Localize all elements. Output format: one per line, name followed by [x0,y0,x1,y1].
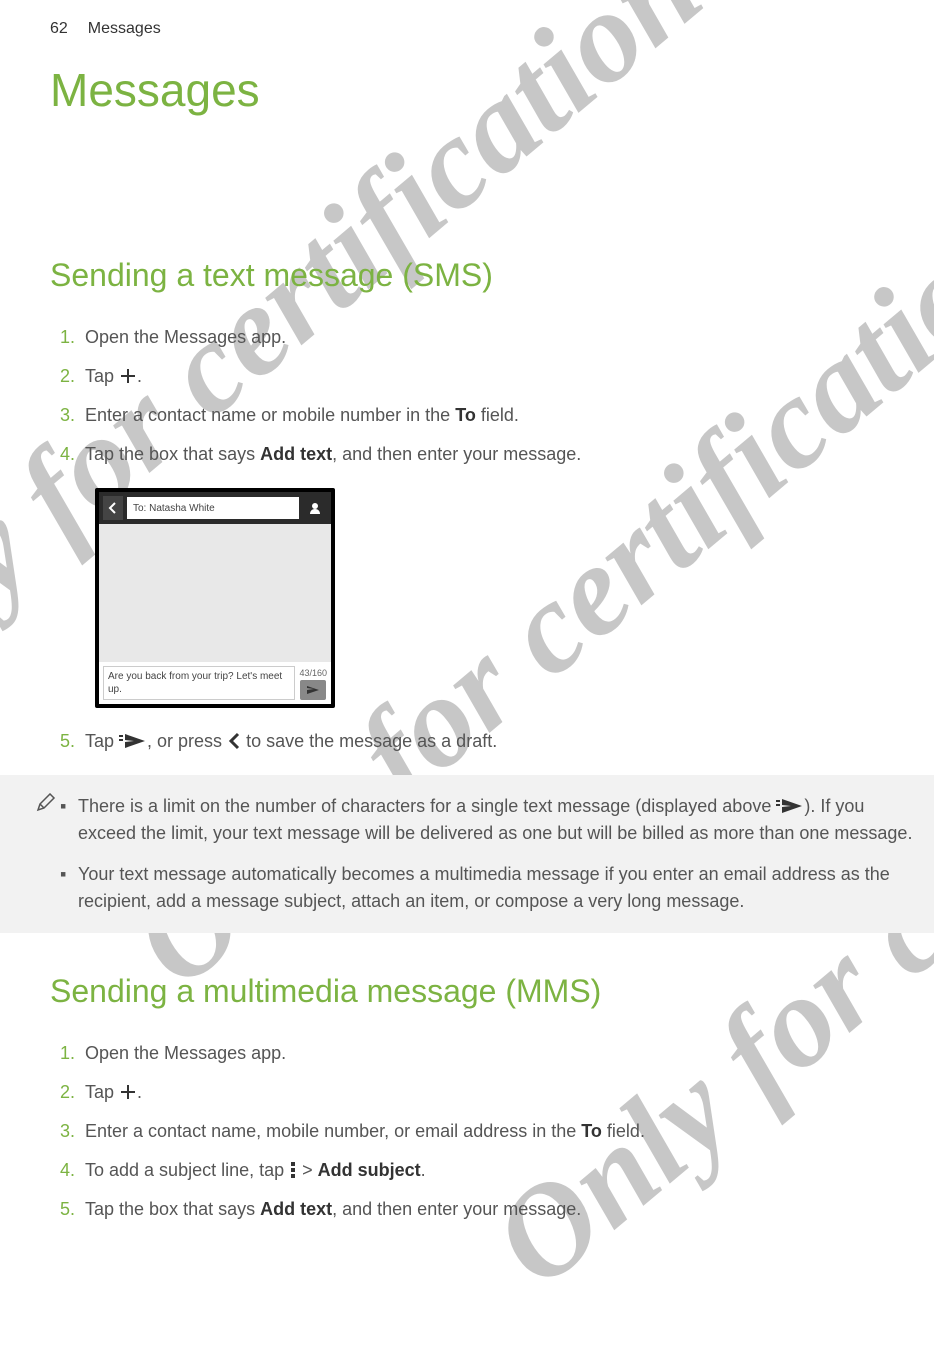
list-item: 5. Tap the box that says Add text, and t… [50,1196,884,1223]
text-fragment: Tap the box that says [85,1199,260,1219]
note-text: Your text message automatically becomes … [78,861,914,915]
step-number: 4. [50,441,85,468]
text-bold: To [581,1121,602,1141]
note-item: ▪ Your text message automatically become… [60,861,914,915]
screenshot-bottom-bar: Are you back from your trip? Let's meet … [99,662,331,704]
text-fragment: , or press [147,731,227,751]
sms-section-heading: Sending a text message (SMS) [50,257,884,294]
text-fragment: field. [476,405,519,425]
list-item: 5. Tap , or press to save the message as… [50,728,884,755]
text-bold: Add subject [318,1160,421,1180]
list-item: 1. Open the Messages app. [50,1040,884,1067]
text-fragment: There is a limit on the number of charac… [78,796,776,816]
bullet-icon: ▪ [60,861,78,915]
page-header: 62 Messages [50,20,884,38]
step-number: 2. [50,1079,85,1106]
note-text: There is a limit on the number of charac… [78,793,914,847]
char-count: 43/160 [299,668,327,678]
screenshot-right-col: 43/160 [299,668,327,700]
send-button-icon [300,680,326,700]
text-fragment: Tap [85,731,119,751]
text-fragment: field. [602,1121,645,1141]
text-fragment: , and then enter your message. [332,444,581,464]
text-bold: Add text [260,1199,332,1219]
text-fragment: Enter a contact name or mobile number in… [85,405,455,425]
step-text: Tap , or press to save the message as a … [85,728,884,755]
sms-steps-list: 1. Open the Messages app. 2. Tap . 3. En… [50,324,884,468]
text-bold: Add text [260,444,332,464]
note-callout: ▪ There is a limit on the number of char… [0,775,934,933]
plus-icon [119,367,137,385]
back-button-icon [103,496,123,520]
screenshot-topbar: To: Natasha White [99,492,331,524]
step-number: 1. [50,324,85,351]
text-fragment: . [137,1082,142,1102]
text-fragment: . [421,1160,426,1180]
sms-steps-list-continued: 5. Tap , or press to save the message as… [50,728,884,755]
text-fragment: To add a subject line, tap [85,1160,289,1180]
pencil-icon [35,793,57,815]
step-text: Tap . [85,1079,884,1106]
bullet-icon: ▪ [60,793,78,847]
text-fragment: Enter a contact name, mobile number, or … [85,1121,581,1141]
step-text: Tap the box that says Add text, and then… [85,441,884,468]
text-fragment: Tap [85,1082,119,1102]
list-item: 4. Tap the box that says Add text, and t… [50,441,884,468]
send-icon [776,797,804,815]
document-page: 62 Messages Messages Sending a text mess… [0,0,934,1293]
chapter-title: Messages [50,63,884,117]
back-chevron-icon [227,732,241,750]
step-text: To add a subject line, tap > Add subject… [85,1157,884,1184]
page-number: 62 [50,20,68,38]
list-item: 4. To add a subject line, tap > Add subj… [50,1157,884,1184]
plus-icon [119,1083,137,1101]
mms-steps-list: 1. Open the Messages app. 2. Tap . 3. En… [50,1040,884,1223]
mms-section-heading: Sending a multimedia message (MMS) [50,973,884,1010]
message-input: Are you back from your trip? Let's meet … [103,666,295,700]
to-field: To: Natasha White [127,497,299,519]
app-screenshot: To: Natasha White Are you back from your… [95,488,335,708]
step-number: 3. [50,402,85,429]
step-number: 5. [50,728,85,755]
text-fragment: Tap the box that says [85,444,260,464]
step-text: Open the Messages app. [85,324,884,351]
step-number: 4. [50,1157,85,1184]
step-text: Tap . [85,363,884,390]
text-fragment: . [137,366,142,386]
text-fragment: to save the message as a draft. [241,731,497,751]
menu-dots-icon [289,1161,297,1179]
step-number: 5. [50,1196,85,1223]
note-item: ▪ There is a limit on the number of char… [60,793,914,847]
step-text: Tap the box that says Add text, and then… [85,1196,884,1223]
text-fragment: > [297,1160,318,1180]
step-text: Enter a contact name or mobile number in… [85,402,884,429]
contact-picker-icon [303,496,327,520]
list-item: 2. Tap . [50,1079,884,1106]
text-fragment: Tap [85,366,119,386]
page-header-section: Messages [88,20,161,38]
list-item: 2. Tap . [50,363,884,390]
list-item: 1. Open the Messages app. [50,324,884,351]
list-item: 3. Enter a contact name or mobile number… [50,402,884,429]
step-number: 3. [50,1118,85,1145]
step-text: Open the Messages app. [85,1040,884,1067]
step-number: 2. [50,363,85,390]
step-number: 1. [50,1040,85,1067]
text-bold: To [455,405,476,425]
step-text: Enter a contact name, mobile number, or … [85,1118,884,1145]
screenshot-body [99,524,331,662]
send-icon [119,732,147,750]
list-item: 3. Enter a contact name, mobile number, … [50,1118,884,1145]
text-fragment: , and then enter your message. [332,1199,581,1219]
